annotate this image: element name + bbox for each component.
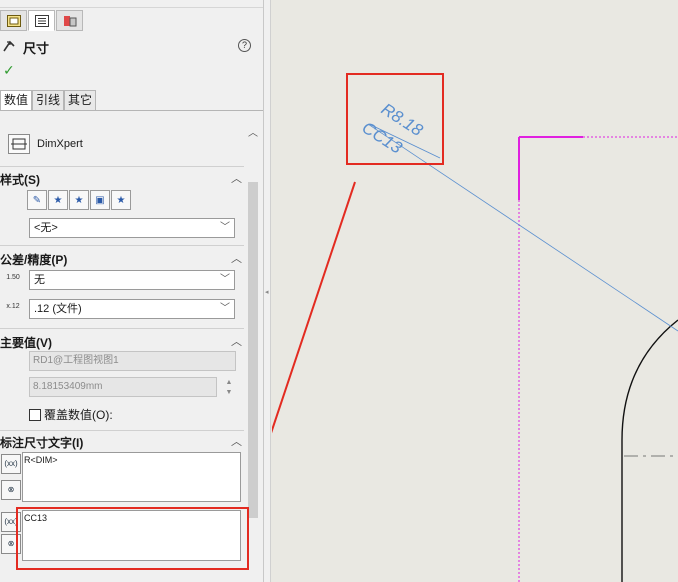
- center-dimension-icon[interactable]: ⊗: [1, 480, 21, 500]
- style-section-header[interactable]: 样式(S) ︿: [0, 171, 244, 188]
- highlight-box-textfield: [16, 507, 249, 570]
- primary-dimension-value: 8.18153409mm: [29, 377, 217, 397]
- tolerance-section-title: 公差/精度(P): [0, 253, 68, 267]
- style-button-group: ✎ ★ ★ ▣ ★: [27, 190, 131, 210]
- scroll-thumb[interactable]: [248, 182, 258, 518]
- chevron-up-icon[interactable]: ︿: [231, 170, 242, 186]
- chevron-down-icon: ﹀: [220, 303, 230, 314]
- tolerance-type-select[interactable]: 无 ﹀: [29, 270, 235, 290]
- subtab-divider: [0, 110, 263, 111]
- chevron-up-icon[interactable]: ︿: [231, 433, 242, 449]
- tolerance-type-value: 无: [34, 274, 45, 286]
- delete-style-button[interactable]: ★: [69, 190, 89, 210]
- scroll-up-icon[interactable]: ︿: [246, 124, 260, 140]
- override-value-label: 覆盖数值(O):: [44, 408, 113, 422]
- tolerance-section-header[interactable]: 公差/精度(P) ︿: [0, 251, 244, 268]
- add-style-button[interactable]: ★: [48, 190, 68, 210]
- apply-style-button[interactable]: ✎: [27, 190, 47, 210]
- panel-title: 尺寸: [23, 41, 50, 56]
- section-divider: [0, 166, 244, 167]
- dimension-text-section-header[interactable]: 标注尺寸文字(I) ︿: [0, 434, 244, 451]
- section-divider: [0, 245, 244, 246]
- dimension-text-section-title: 标注尺寸文字(I): [0, 436, 84, 450]
- style-select[interactable]: <无> ﹀: [29, 218, 235, 238]
- subtab-strip: 数值 引线 其它: [0, 90, 97, 110]
- tab-leaders[interactable]: 引线: [32, 90, 65, 110]
- override-value-row[interactable]: 覆盖数值(O):: [29, 406, 113, 423]
- drawing-svg: R8.18 CC13: [248, 73, 678, 582]
- dimxpert-label: DimXpert: [37, 138, 83, 150]
- annotation-arrow-shaft: [255, 181, 356, 479]
- section-divider: [0, 430, 244, 431]
- feature-tree-icon: [6, 14, 21, 27]
- chevron-up-icon[interactable]: ︿: [231, 250, 242, 266]
- property-list-icon: [34, 14, 49, 27]
- precision-icon: x.12: [6, 303, 20, 310]
- primary-value-section-header[interactable]: 主要值(V) ︿: [0, 334, 244, 351]
- tab-value[interactable]: 数值: [0, 90, 33, 110]
- panel-tab-strip: [0, 10, 83, 32]
- splitter-grip-icon[interactable]: ◂: [265, 288, 270, 302]
- part-arc-edge: [621, 319, 678, 582]
- panel-top-edge: [0, 0, 263, 8]
- primary-value-section-title: 主要值(V): [0, 336, 52, 350]
- panel-scrollbar[interactable]: ︿: [246, 122, 260, 518]
- chevron-down-icon: ﹀: [220, 222, 230, 233]
- dimension-text-upper-input[interactable]: R<DIM>: [22, 452, 241, 502]
- tab-other[interactable]: 其它: [64, 90, 97, 110]
- dimxpert-icon: [8, 134, 30, 154]
- property-manager-tab[interactable]: [28, 10, 55, 31]
- chevron-up-icon[interactable]: ︿: [231, 333, 242, 349]
- style-section-title: 样式(S): [0, 173, 40, 187]
- spin-up-icon[interactable]: ▲: [224, 378, 234, 387]
- help-icon[interactable]: ?: [238, 39, 251, 52]
- drawing-canvas[interactable]: R8.18 CC13: [248, 0, 678, 582]
- add-parentheses-button[interactable]: (xx): [1, 454, 21, 474]
- configuration-manager-tab[interactable]: [56, 10, 83, 31]
- section-divider: [0, 328, 244, 329]
- spin-down-icon[interactable]: ▼: [224, 388, 234, 397]
- dimension-icon: [2, 39, 18, 56]
- precision-select[interactable]: .12 (文件) ﹀: [29, 299, 235, 319]
- property-manager-panel: 尺寸 ? ✓ 数值 引线 其它 ︿ DimXpert 样式(S) ︿ ✎ ★ ★…: [0, 0, 264, 582]
- dimxpert-row[interactable]: DimXpert: [8, 134, 83, 154]
- chevron-down-icon: ﹀: [220, 274, 230, 285]
- feature-manager-tab[interactable]: [0, 10, 27, 31]
- tolerance-type-icon: 1.50: [6, 274, 20, 281]
- confirm-checkmark-icon[interactable]: ✓: [3, 62, 15, 79]
- precision-value: .12 (文件): [34, 303, 82, 315]
- configuration-icon: [63, 15, 77, 27]
- primary-dimension-name: RD1@工程图视图1: [29, 351, 236, 371]
- override-value-checkbox[interactable]: [29, 408, 41, 421]
- panel-title-row: 尺寸: [2, 38, 49, 57]
- save-style-button[interactable]: ▣: [90, 190, 110, 210]
- style-select-value: <无>: [34, 222, 58, 234]
- load-style-button[interactable]: ★: [111, 190, 131, 210]
- dimension-leader-line: [367, 123, 678, 332]
